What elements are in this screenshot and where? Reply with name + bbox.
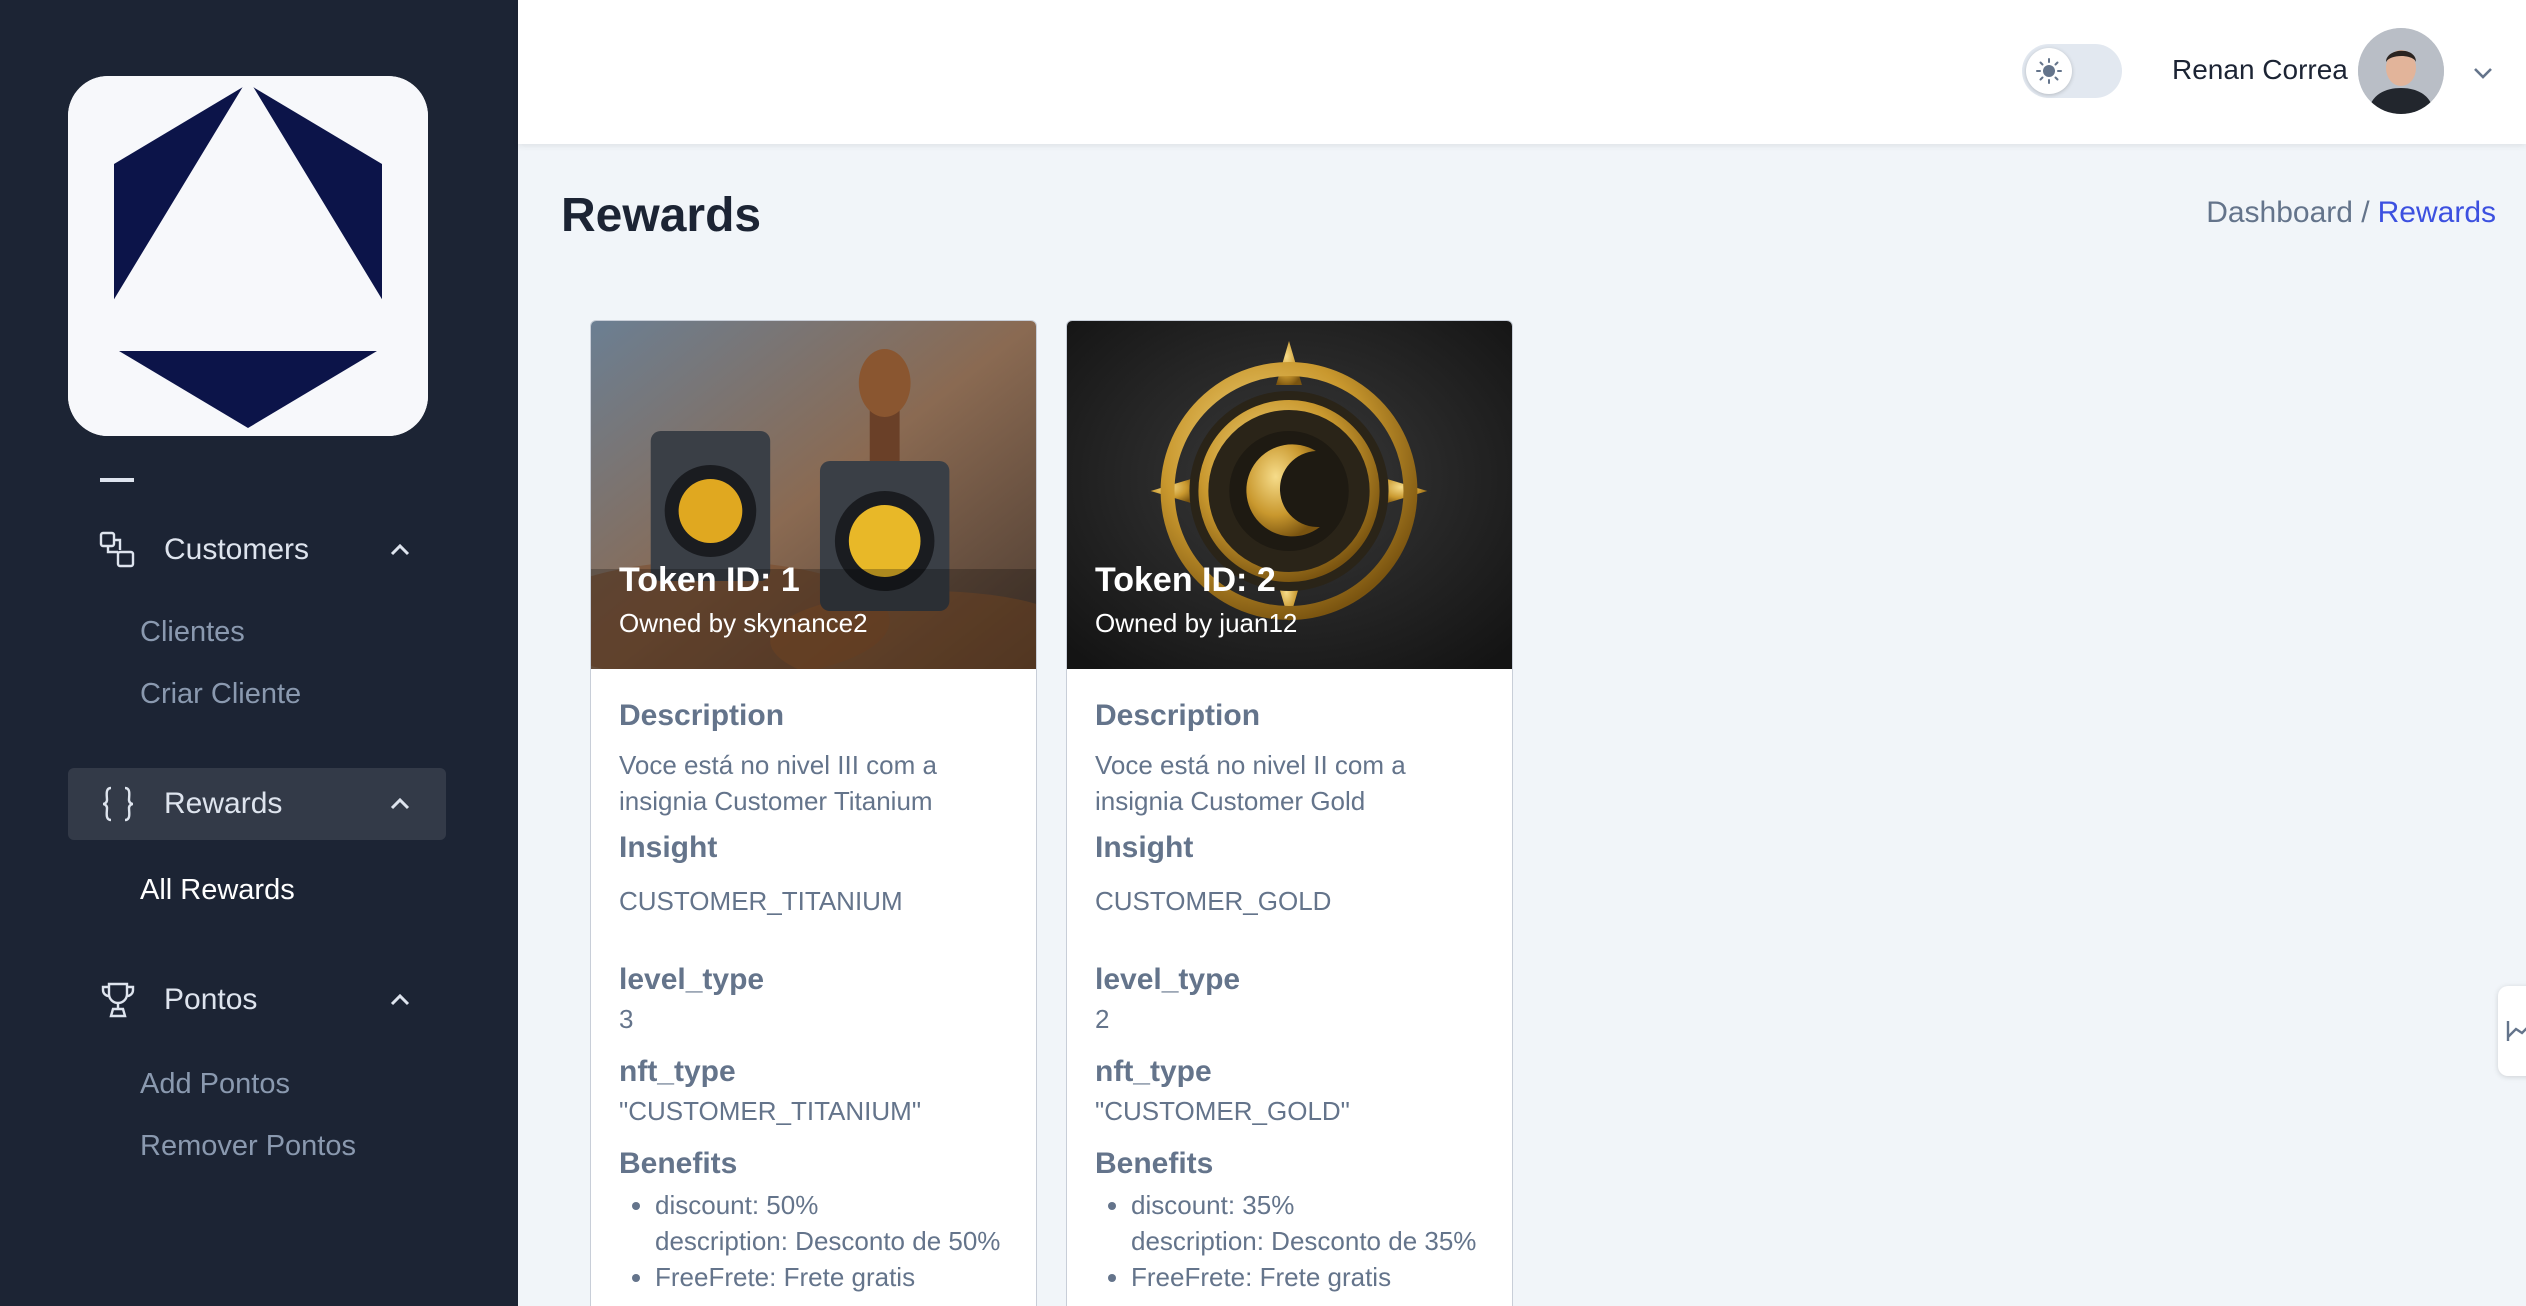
token-id: Token ID: 2 [1095,561,1276,599]
group-icon [98,530,138,570]
sidebar: Customers Clientes Criar Cliente Rewards… [0,0,518,1306]
card-overlay: Token ID: 1 Owned by skynance2 [619,561,868,639]
list-item: discount: 50% description: Desconto de 50… [655,1187,1008,1259]
chart-line-icon [2506,1021,2526,1041]
trophy-icon [98,980,138,1020]
nft-type-value: "CUSTOMER_GOLD" [1095,1096,1350,1126]
avatar[interactable] [2358,28,2444,114]
level-type-value: 2 [1095,1004,1110,1034]
breadcrumb-dashboard[interactable]: Dashboard / [2206,196,2369,230]
insight-label: Insight [1095,831,1194,864]
sidebar-item-criar-cliente[interactable]: Criar Cliente [140,678,301,711]
reward-card[interactable]: Token ID: 2 Owned by juan12 Description … [1066,320,1513,1306]
list-item: FreeFrete: Frete gratis [1131,1259,1484,1295]
nft-type-value: "CUSTOMER_TITANIUM" [619,1096,922,1126]
token-owner: Owned by skynance2 [619,608,868,638]
insight-value: CUSTOMER_GOLD [1095,886,1332,916]
benefit-discount: discount: 35% [1131,1190,1295,1220]
sidebar-item-clientes[interactable]: Clientes [140,616,245,649]
benefit-discount: discount: 50% [655,1190,819,1220]
benefit-description: description: Desconto de 50% [655,1226,1001,1256]
page-title: Rewards [561,189,762,242]
benefits-list: discount: 35% description: Desconto de 35… [1095,1187,1484,1295]
sun-icon [2036,58,2062,84]
reward-card[interactable]: Token ID: 1 Owned by skynance2 Descripti… [590,320,1037,1306]
benefits-label: Benefits [1095,1147,1214,1180]
chevron-up-icon [390,993,410,1006]
sidebar-group-pontos[interactable]: Pontos [68,964,446,1036]
sidebar-item-all-rewards[interactable]: All Rewards [140,874,295,907]
sidebar-group-label: Customers [164,533,310,566]
benefits-label: Benefits [619,1147,738,1180]
breadcrumb-current: Rewards [2377,196,2496,229]
theme-toggle[interactable] [2022,44,2122,98]
sidebar-group-customers[interactable]: Customers [68,514,446,586]
card-body: Description Voce está no nivel II com a … [1067,669,1512,1306]
list-item: discount: 35% description: Desconto de 35… [1131,1187,1484,1259]
benefits-list: discount: 50% description: Desconto de 50… [619,1187,1008,1295]
nft-type-label: nft_type [1095,1055,1212,1088]
sidebar-group-rewards[interactable]: Rewards [68,768,446,840]
insight-value: CUSTOMER_TITANIUM [619,886,903,916]
chevron-up-icon [390,797,410,810]
description-label: Description [1095,699,1261,732]
level-type-value: 3 [619,1004,634,1034]
insight-label: Insight [619,831,718,864]
description-label: Description [619,699,785,732]
user-name[interactable]: Renan Correa [2172,54,2348,86]
chevron-down-icon[interactable] [2468,58,2498,88]
sidebar-item-add-pontos[interactable]: Add Pontos [140,1068,290,1101]
reward-image: Token ID: 2 Owned by juan12 [1067,321,1512,669]
side-panel-tab[interactable] [2498,986,2526,1076]
sidebar-group-label: Pontos [164,983,258,1016]
list-item: FreeFrete: Frete gratis [655,1259,1008,1295]
logo-hexagon-triangle-icon [68,76,428,436]
card-body: Description Voce está no nivel III com a… [591,669,1036,1306]
chevron-up-icon [390,543,410,556]
logo[interactable] [68,76,428,436]
menu-divider [100,478,134,482]
sidebar-group-label: Rewards [164,787,283,820]
token-id: Token ID: 1 [619,561,800,599]
level-type-label: level_type [1095,963,1241,996]
braces-icon [98,784,138,824]
sidebar-item-remover-pontos[interactable]: Remover Pontos [140,1130,356,1163]
user-photo-icon [2358,28,2444,114]
card-overlay: Token ID: 2 Owned by juan12 [1095,561,1297,639]
nft-type-label: nft_type [619,1055,736,1088]
benefit-description: description: Desconto de 35% [1131,1226,1477,1256]
description-value: Voce está no nivel III com a insignia Cu… [619,750,937,816]
toggle-knob [2026,48,2072,94]
description-value: Voce está no nivel II com a insignia Cus… [1095,750,1406,816]
level-type-label: level_type [619,963,765,996]
breadcrumb: Dashboard / Rewards [2206,196,2496,230]
reward-image: Token ID: 1 Owned by skynance2 [591,321,1036,669]
token-owner: Owned by juan12 [1095,608,1298,638]
